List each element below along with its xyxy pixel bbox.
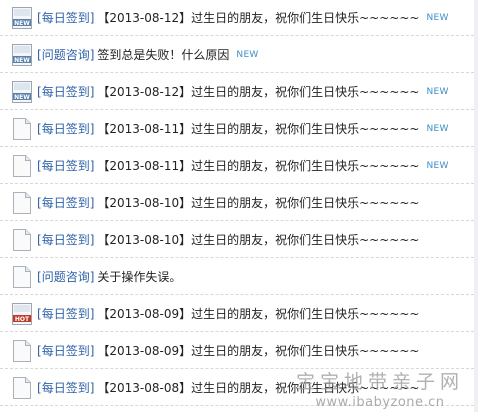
svg-text:HOT: HOT	[15, 316, 30, 323]
thread-category-link[interactable]: 每日签到	[42, 342, 90, 359]
page-icon	[12, 228, 32, 251]
page-icon	[12, 376, 32, 399]
thread-row[interactable]: [ 每日签到 ] 【2013-08-11】过生日的朋友，祝你们生日快乐~~~~~~…	[0, 111, 474, 147]
thread-title-link[interactable]: 【2013-08-09】过生日的朋友，祝你们生日快乐~~~~~~	[97, 305, 419, 322]
thread-title-link[interactable]: 【2013-08-11】过生日的朋友，祝你们生日快乐~~~~~~	[97, 120, 419, 137]
thread-row-body: [ 问题咨询 ] 关于操作失误。	[37, 259, 181, 294]
thread-row-body: [ 每日签到 ] 【2013-08-12】过生日的朋友，祝你们生日快乐~~~~~~…	[37, 74, 449, 109]
thread-row[interactable]: [ 每日签到 ] 【2013-08-10】过生日的朋友，祝你们生日快乐~~~~~~	[0, 222, 474, 258]
thread-row-body: [ 每日签到 ] 【2013-08-11】过生日的朋友，祝你们生日快乐~~~~~~…	[37, 148, 449, 183]
thread-category-link[interactable]: 每日签到	[42, 83, 90, 100]
site-watermark: 宝宝地带亲子网 www.ibabyzone.cn	[296, 367, 464, 410]
thread-category-link[interactable]: 问题咨询	[42, 46, 90, 63]
thread-row-body: [ 问题咨询 ] 签到总是失败！什么原因 NEW	[37, 37, 259, 72]
thread-category-link[interactable]: 问题咨询	[42, 268, 90, 285]
thread-title-link[interactable]: 【2013-08-10】过生日的朋友，祝你们生日快乐~~~~~~	[97, 231, 419, 248]
thread-row[interactable]: [ 每日签到 ] 【2013-08-09】过生日的朋友，祝你们生日快乐~~~~~~	[0, 333, 474, 369]
new-badge: NEW	[426, 12, 449, 23]
thread-title-link[interactable]: 【2013-08-12】过生日的朋友，祝你们生日快乐~~~~~~	[97, 83, 419, 100]
thread-row[interactable]: NEW[ 问题咨询 ] 签到总是失败！什么原因 NEW	[0, 37, 474, 73]
thread-title-link[interactable]: 【2013-08-12】过生日的朋友，祝你们生日快乐~~~~~~	[97, 9, 419, 26]
page-icon	[12, 339, 32, 362]
thread-row[interactable]: [ 问题咨询 ] 关于操作失误。	[0, 259, 474, 295]
thread-row[interactable]: NEW[ 每日签到 ] 【2013-08-12】过生日的朋友，祝你们生日快乐~~~…	[0, 74, 474, 110]
thread-row-body: [ 每日签到 ] 【2013-08-12】过生日的朋友，祝你们生日快乐~~~~~~…	[37, 0, 449, 35]
thread-title-link[interactable]: 【2013-08-10】过生日的朋友，祝你们生日快乐~~~~~~	[97, 194, 419, 211]
thread-category-link[interactable]: 每日签到	[42, 120, 90, 137]
category-close-bracket: ]	[89, 121, 95, 136]
new-icon: NEW	[12, 80, 32, 103]
scrollbar-track[interactable]	[474, 0, 478, 412]
category-close-bracket: ]	[89, 306, 95, 321]
new-badge: NEW	[426, 123, 449, 134]
thread-category-link[interactable]: 每日签到	[42, 157, 90, 174]
new-icon: NEW	[12, 6, 32, 29]
category-close-bracket: ]	[89, 380, 95, 395]
category-close-bracket: ]	[89, 10, 95, 25]
new-icon: NEW	[12, 43, 32, 66]
watermark-url: www.ibabyzone.cn	[315, 395, 445, 410]
new-badge: NEW	[426, 160, 449, 171]
thread-row[interactable]: [ 每日签到 ] 【2013-08-10】过生日的朋友，祝你们生日快乐~~~~~~	[0, 185, 474, 221]
thread-row-body: [ 每日签到 ] 【2013-08-09】过生日的朋友，祝你们生日快乐~~~~~~	[37, 333, 419, 368]
page-icon	[12, 154, 32, 177]
page-icon	[12, 265, 32, 288]
thread-category-link[interactable]: 每日签到	[42, 231, 90, 248]
thread-title-link[interactable]: 签到总是失败！什么原因	[97, 46, 229, 63]
thread-row[interactable]: HOT [ 每日签到 ] 【2013-08-09】过生日的朋友，祝你们生日快乐~~~…	[0, 296, 474, 332]
page-icon	[12, 117, 32, 140]
page-icon	[12, 191, 32, 214]
thread-title-link[interactable]: 关于操作失误。	[97, 268, 181, 285]
thread-row-body: [ 每日签到 ] 【2013-08-11】过生日的朋友，祝你们生日快乐~~~~~~…	[37, 111, 449, 146]
thread-row-body: [ 每日签到 ] 【2013-08-10】过生日的朋友，祝你们生日快乐~~~~~~	[37, 222, 419, 257]
category-close-bracket: ]	[89, 343, 95, 358]
thread-category-link[interactable]: 每日签到	[42, 9, 90, 26]
category-close-bracket: ]	[89, 269, 95, 284]
svg-text:NEW: NEW	[14, 94, 30, 101]
watermark-site-name: 宝宝地带亲子网	[295, 371, 464, 393]
svg-text:NEW: NEW	[14, 57, 30, 64]
thread-title-link[interactable]: 【2013-08-09】过生日的朋友，祝你们生日快乐~~~~~~	[97, 342, 419, 359]
thread-category-link[interactable]: 每日签到	[42, 305, 90, 322]
category-close-bracket: ]	[89, 232, 95, 247]
thread-row-body: [ 每日签到 ] 【2013-08-10】过生日的朋友，祝你们生日快乐~~~~~~	[37, 185, 419, 220]
new-badge: NEW	[426, 86, 449, 97]
thread-row[interactable]: NEW[ 每日签到 ] 【2013-08-12】过生日的朋友，祝你们生日快乐~~~…	[0, 0, 474, 36]
thread-category-link[interactable]: 每日签到	[42, 194, 90, 211]
category-close-bracket: ]	[89, 47, 95, 62]
thread-row-body: [ 每日签到 ] 【2013-08-09】过生日的朋友，祝你们生日快乐~~~~~~	[37, 296, 419, 331]
category-close-bracket: ]	[89, 84, 95, 99]
thread-title-link[interactable]: 【2013-08-11】过生日的朋友，祝你们生日快乐~~~~~~	[97, 157, 419, 174]
category-close-bracket: ]	[89, 195, 95, 210]
svg-text:NEW: NEW	[14, 20, 30, 27]
thread-category-link[interactable]: 每日签到	[42, 379, 90, 396]
hot-icon: HOT	[12, 302, 32, 325]
thread-row[interactable]: [ 每日签到 ] 【2013-08-11】过生日的朋友，祝你们生日快乐~~~~~~…	[0, 148, 474, 184]
new-badge: NEW	[236, 49, 259, 60]
category-close-bracket: ]	[89, 158, 95, 173]
